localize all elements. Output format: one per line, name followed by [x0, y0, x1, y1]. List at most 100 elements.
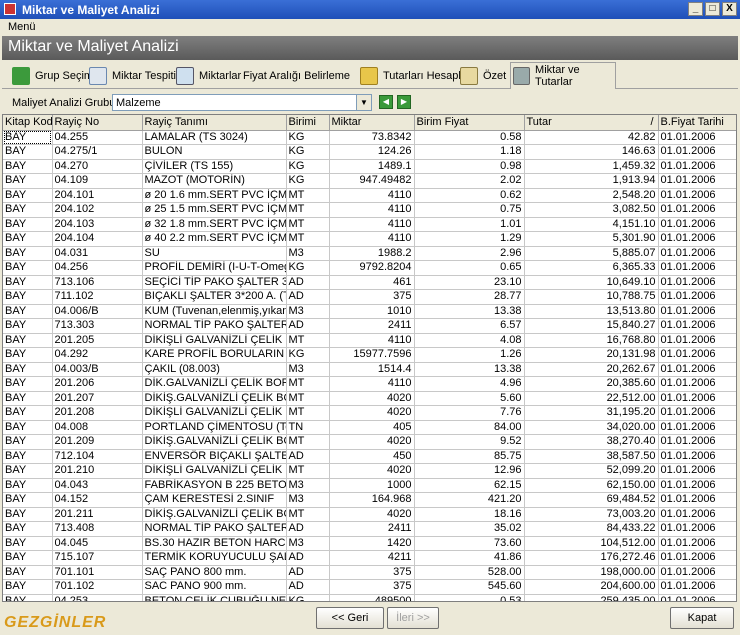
- table-cell: BAY: [3, 159, 53, 174]
- table-row[interactable]: BAY204.101ø 20 1.6 mm.SERT PVC İÇME SU..…: [3, 188, 736, 203]
- table-cell: 10,649.10: [524, 275, 659, 290]
- table-row[interactable]: BAY 701.101 SAÇ PANO 800 mm. AD 375 528.00 198…: [3, 565, 736, 580]
- table-row[interactable]: BAY713.303NORMAL TİP PAKO ŞALTER 2*4...A…: [3, 318, 736, 334]
- table-cell: 1489.1: [329, 159, 415, 174]
- table-cell: 450: [329, 449, 415, 464]
- table-row[interactable]: BAY712.104ENVERSÖR BIÇAKLI ŞALTER 3*...A…: [3, 449, 736, 464]
- table-row[interactable]: BAY201.209DİKİŞ.GALVANİZLİ ÇELİK BORU ..…: [3, 434, 736, 450]
- table-row[interactable]: BAY 04.275/1 BULON KG 124.26 1.18 146.63 01.01.…: [3, 144, 736, 160]
- table-cell: 2,548.20: [524, 188, 659, 203]
- tab-fiyat-araligi[interactable]: Fiyat Aralığı Belirleme: [241, 63, 350, 195]
- table-cell: 01.01.2006: [658, 536, 736, 551]
- table-cell: 01.01.2006: [658, 130, 736, 145]
- column-header[interactable]: Miktar: [329, 115, 415, 131]
- back-button[interactable]: << Geri: [316, 607, 384, 629]
- table-row[interactable]: BAY04.043FABRİKASYON B 225 BETONU H...M3…: [3, 478, 736, 493]
- table-cell: 12.96: [414, 463, 525, 479]
- table-cell: 2.02: [414, 173, 525, 189]
- table-cell: SEÇİCİ TİP PAKO ŞALTER 3*63 ...: [142, 275, 287, 290]
- table-row[interactable]: BAY 04.003/B ÇAKIL (08.003) M3 1514.4 13.38 20…: [3, 362, 736, 377]
- menu-item[interactable]: Menü: [8, 21, 36, 33]
- table-cell: 4110: [329, 231, 415, 247]
- close-window-button[interactable]: X: [722, 2, 737, 16]
- table-cell: M3: [286, 536, 330, 551]
- table-cell: 04.031: [52, 246, 143, 261]
- column-header[interactable]: Tutar /: [524, 115, 659, 131]
- table-row[interactable]: BAY 04.045 BS.30 HAZIR BETON HARCI M3 1420 73…: [3, 536, 736, 551]
- tab-miktarlar[interactable]: Miktarlar: [174, 63, 241, 88]
- table-row[interactable]: BAY04.008PORTLAND ÇİMENTOSU (Torbalı)TN4…: [3, 420, 736, 435]
- column-header[interactable]: Rayiç No: [52, 115, 143, 131]
- chevron-down-icon[interactable]: ▼: [356, 95, 371, 110]
- table-cell: DİKİŞLİ GALVANİZLİ ÇELİK BORU ...: [142, 463, 287, 479]
- table-cell: 04.008: [52, 420, 143, 435]
- tab-tutarlari-hesapla[interactable]: Tutarları Hesapla: [358, 63, 467, 88]
- column-header[interactable]: Birim Fiyat: [414, 115, 525, 131]
- group-select[interactable]: Malzeme ▼: [112, 94, 372, 111]
- table-row[interactable]: BAY 701.102 SAC PANO 900 mm. AD 375 545.60 204…: [3, 579, 736, 595]
- table-cell: AD: [286, 550, 330, 566]
- table-cell: BAY: [3, 202, 53, 218]
- table-cell: 73,003.20: [524, 507, 659, 522]
- column-header[interactable]: Birimi: [286, 115, 330, 131]
- table-row[interactable]: BAY04.253BETON ÇELİK ÇUBUĞU NERVÜR...KG4…: [3, 594, 736, 601]
- table-cell: 01.01.2006: [658, 434, 736, 450]
- table-row[interactable]: BAY204.103ø 32 1.8 mm.SERT PVC İÇME SU..…: [3, 217, 736, 232]
- next-button[interactable]: İleri >>: [387, 607, 439, 629]
- table-cell: AD: [286, 565, 330, 580]
- banner-title: Miktar ve Maliyet Analizi: [8, 38, 179, 55]
- sort-indicator: /: [650, 116, 654, 128]
- table-cell: 69,484.52: [524, 492, 659, 508]
- table-row[interactable]: BAY 04.255 LAMALAR (TS 3024) KG 73.8342 0.58 4…: [3, 130, 736, 145]
- tab-miktar-tespiti[interactable]: Miktar Tespiti: [87, 63, 176, 88]
- table-row[interactable]: BAY711.102BIÇAKLI ŞALTER 3*200 A. (Tabl.…: [3, 289, 736, 305]
- table-row[interactable]: BAY201.206DİK.GALVANİZLİ ÇELİK BORU 1 ..…: [3, 376, 736, 392]
- data-grid[interactable]: Kitap Kodu Rayiç No Rayiç Tanımı Birimi …: [2, 114, 737, 602]
- close-button[interactable]: Kapat: [670, 607, 734, 629]
- tab-label: Miktar ve Tutarlar: [535, 64, 580, 88]
- table-row[interactable]: BAY04.006/BKUM (Tuvenan,elenmiş,yıkanmış…: [3, 304, 736, 319]
- table-cell: 201.210: [52, 463, 143, 479]
- maximize-button[interactable]: □: [705, 2, 720, 16]
- table-row[interactable]: BAY713.408NORMAL TİP PAKO ŞALTER 3*1...A…: [3, 521, 736, 537]
- table-row[interactable]: BAY201.207DİKİŞ.GALVANİZLİ ÇELİK BORU ..…: [3, 391, 736, 406]
- column-header[interactable]: Rayiç Tanımı: [142, 115, 287, 131]
- table-row[interactable]: BAY201.205DİKİŞLİ GALVANİZLİ ÇELİK BORU …: [3, 333, 736, 348]
- column-header[interactable]: Kitap Kodu: [3, 115, 53, 131]
- table-row[interactable]: BAY 04.256 PROFİL DEMİRİ (I-U-T-Omega) KG 97…: [3, 260, 736, 276]
- table-cell: 01.01.2006: [658, 478, 736, 493]
- column-header[interactable]: B.Fiyat Tarihi: [658, 115, 736, 131]
- table-row[interactable]: BAY201.211DİKİŞ.GALVANİZLİ ÇELİK BORU ..…: [3, 507, 736, 522]
- minimize-button[interactable]: _: [688, 2, 703, 16]
- prev-group-button[interactable]: ◀: [379, 95, 393, 109]
- table-cell: BAY: [3, 391, 53, 406]
- table-cell: 701.102: [52, 579, 143, 595]
- table-cell: 712.104: [52, 449, 143, 464]
- table-row[interactable]: BAY 04.270 ÇİVİLER (TS 155) KG 1489.1 0.98 1,4…: [3, 159, 736, 174]
- table-cell: 1514.4: [329, 362, 415, 377]
- table-cell: DİKİŞLİ GALVANİZLİ ÇELİK BORU ...: [142, 333, 287, 348]
- table-row[interactable]: BAY715.107TERMİK KORUYUCULU ŞALTER ...AD…: [3, 550, 736, 566]
- table-row[interactable]: BAY713.106SEÇİCİ TİP PAKO ŞALTER 3*63 ..…: [3, 275, 736, 290]
- table-row[interactable]: BAY 04.152 ÇAM KERESTESİ 2.SINIF M3 164.968 4…: [3, 492, 736, 508]
- table-row[interactable]: BAY201.210DİKİŞLİ GALVANİZLİ ÇELİK BORU …: [3, 463, 736, 479]
- table-cell: DİKİŞLİ GALVANİZLİ ÇELİK BORU ...: [142, 405, 287, 421]
- table-cell: MT: [286, 405, 330, 421]
- table-row[interactable]: BAY 04.031 SU M3 1988.2 2.96 5,885.07 01.01.200…: [3, 246, 736, 261]
- table-cell: 4,151.10: [524, 217, 659, 232]
- table-cell: 16,768.80: [524, 333, 659, 348]
- table-row[interactable]: BAY201.208DİKİŞLİ GALVANİZLİ ÇELİK BORU …: [3, 405, 736, 421]
- table-row[interactable]: BAY 04.109 MAZOT (MOTORİN) KG 947.49482 2.02 1…: [3, 173, 736, 189]
- tab-grup-secimi[interactable]: Grup Seçimi: [10, 63, 96, 88]
- next-group-button[interactable]: ▶: [397, 95, 411, 109]
- table-cell: 01.01.2006: [658, 159, 736, 174]
- tab-miktar-ve-tutarlar[interactable]: Miktar ve Tutarlar: [510, 62, 616, 89]
- table-cell: 62.15: [414, 478, 525, 493]
- table-row[interactable]: BAY204.102ø 25 1.5 mm.SERT PVC İÇME SU..…: [3, 202, 736, 218]
- tab-ozet[interactable]: Özet: [458, 63, 506, 88]
- table-row[interactable]: BAY04.292KARE PROFİL BORULARIN FİYA...KG…: [3, 347, 736, 363]
- table-cell: MT: [286, 217, 330, 232]
- table-row[interactable]: BAY204.104ø 40 2.2 mm.SERT PVC İÇME SU..…: [3, 231, 736, 247]
- table-cell: AD: [286, 449, 330, 464]
- table-cell: BAY: [3, 478, 53, 493]
